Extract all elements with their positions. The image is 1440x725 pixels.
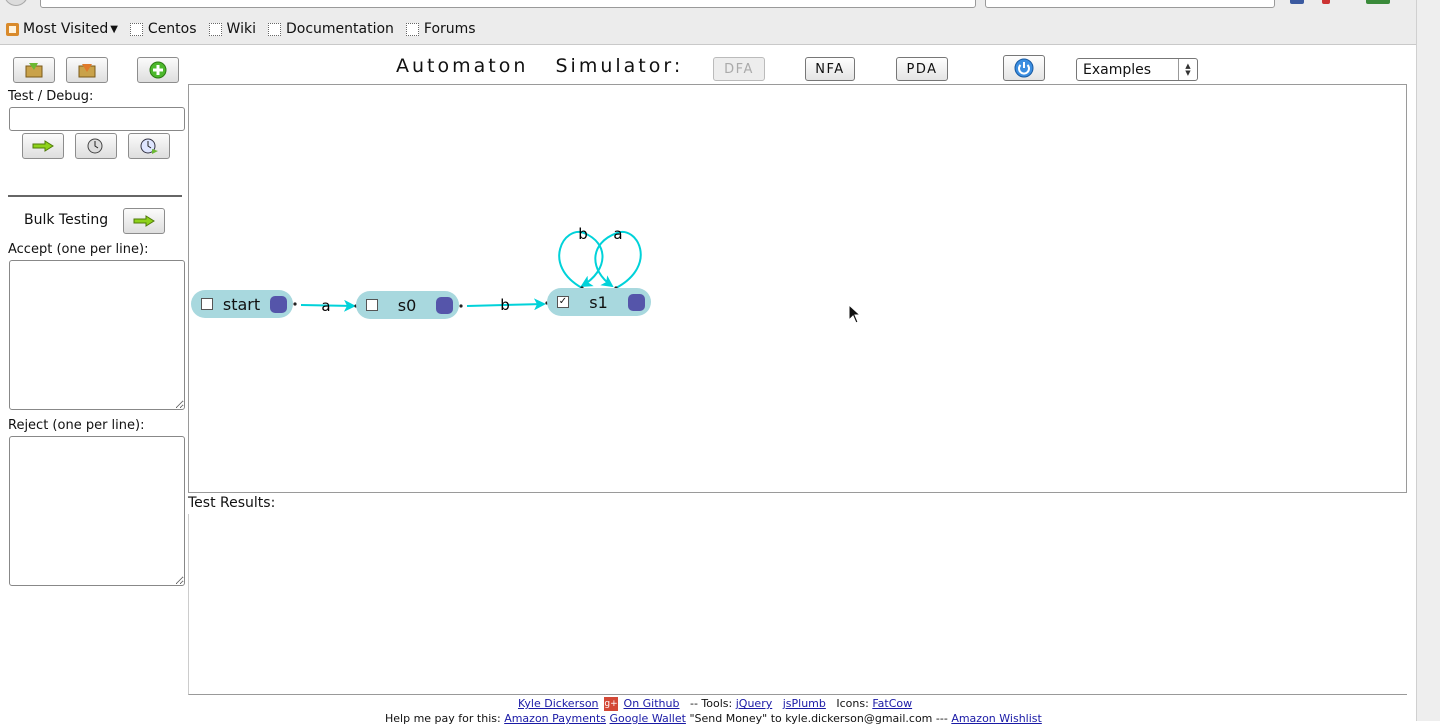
transition-label: a <box>613 225 622 243</box>
folder-icon <box>6 22 19 36</box>
arrow-right-icon <box>32 140 54 152</box>
chevron-down-icon: ▼ <box>110 23 118 35</box>
send-money-text: "Send Money" to kyle.dickerson@gmail.com… <box>689 712 948 725</box>
accept-textarea[interactable] <box>9 260 185 410</box>
transition-label: a <box>321 297 330 315</box>
page-icon <box>208 22 222 36</box>
power-icon <box>1014 58 1034 78</box>
url-bar[interactable] <box>40 0 976 8</box>
browser-toolbar: Most Visited ▼ Centos Wiki Documentation… <box>0 0 1416 45</box>
arrow-right-icon <box>133 215 155 227</box>
bulk-run-button[interactable] <box>123 208 165 234</box>
accept-checkbox-checked[interactable]: ✓ <box>557 296 569 308</box>
drag-handle[interactable] <box>436 296 453 314</box>
test-results-area <box>188 514 1407 695</box>
test-results-label: Test Results: <box>188 495 276 511</box>
jsplumb-link[interactable]: jsPlumb <box>783 697 826 710</box>
fatcow-link[interactable]: FatCow <box>872 697 912 710</box>
test-debug-label: Test / Debug: <box>8 89 94 104</box>
reject-label: Reject (one per line): <box>8 418 145 433</box>
jquery-link[interactable]: jQuery <box>736 697 773 710</box>
mode-pda-button[interactable]: PDA <box>896 57 948 81</box>
icons-label: Icons: <box>836 697 869 710</box>
tools-label: -- Tools: <box>689 697 733 710</box>
bookmark-label: Most Visited <box>23 21 109 37</box>
footer-credits: Kyle Dickerson g+ On Github -- Tools: jQ… <box>518 697 912 711</box>
amazon-wishlist-link[interactable]: Amazon Wishlist <box>951 712 1042 725</box>
state-s0[interactable]: s0 <box>356 291 459 319</box>
endpoint-dot <box>293 302 297 306</box>
google-wallet-link[interactable]: Google Wallet <box>610 712 686 725</box>
clock-step-icon <box>87 138 103 154</box>
page-icon <box>405 22 419 36</box>
folder-load-icon <box>25 63 43 78</box>
clock-run-icon <box>140 138 158 154</box>
mode-nfa-button[interactable]: NFA <box>805 57 855 81</box>
save-button[interactable] <box>66 57 108 83</box>
reject-textarea[interactable] <box>9 436 185 586</box>
bookmark-documentation[interactable]: Documentation <box>267 21 394 37</box>
bookmark-most-visited[interactable]: Most Visited ▼ <box>6 21 118 37</box>
page-icon <box>129 22 143 36</box>
debug-step-button[interactable] <box>75 133 117 159</box>
toolbar-icon[interactable] <box>1290 0 1304 4</box>
donate-prefix: Help me pay for this: <box>385 712 501 725</box>
author-link[interactable]: Kyle Dickerson <box>518 697 599 710</box>
amazon-payments-link[interactable]: Amazon Payments <box>504 712 606 725</box>
accept-checkbox[interactable] <box>201 298 213 310</box>
test-string-input[interactable] <box>9 107 185 131</box>
state-name: s1 <box>589 292 608 312</box>
bookmark-wiki[interactable]: Wiki <box>208 21 256 37</box>
toolbar-icon[interactable] <box>1366 0 1390 4</box>
page-scrollbar[interactable] <box>1416 0 1440 721</box>
state-start[interactable]: start <box>191 290 293 318</box>
mode-dfa-button[interactable]: DFA <box>713 57 765 81</box>
sidebar-divider <box>8 195 182 197</box>
automaton-canvas[interactable]: a b b a start s0 ✓ s1 <box>188 84 1407 493</box>
drag-handle[interactable] <box>628 293 645 311</box>
run-test-button[interactable] <box>22 133 64 159</box>
select-arrows-icon: ▲ ▼ <box>1178 59 1197 80</box>
examples-selected-value: Examples <box>1083 61 1152 78</box>
bookmark-label: Forums <box>423 21 476 37</box>
mouse-cursor-icon <box>848 304 862 324</box>
google-plus-icon[interactable]: g+ <box>604 697 619 711</box>
add-state-button[interactable] <box>137 57 179 83</box>
bookmark-label: Centos <box>147 21 197 37</box>
state-name: s0 <box>397 295 417 315</box>
transitions-layer: a b b a <box>293 225 642 315</box>
bulk-testing-label: Bulk Testing <box>24 212 109 228</box>
page-title: Automaton Simulator: <box>396 55 684 77</box>
accept-checkbox[interactable] <box>366 299 378 311</box>
accept-label: Accept (one per line): <box>8 242 149 257</box>
bookmark-centos[interactable]: Centos <box>129 21 197 37</box>
examples-select[interactable]: Examples ▲ ▼ <box>1076 58 1198 81</box>
reset-button[interactable] <box>1003 55 1045 81</box>
github-link[interactable]: On Github <box>624 697 680 710</box>
endpoint-dot <box>459 304 463 308</box>
debug-run-button[interactable] <box>128 133 170 159</box>
transition-label: b <box>500 296 510 314</box>
transition-label: b <box>578 225 588 243</box>
plus-icon <box>149 61 167 79</box>
bookmarks-bar: Most Visited ▼ Centos Wiki Documentation… <box>0 18 482 40</box>
state-s1[interactable]: ✓ s1 <box>547 288 651 316</box>
folder-save-icon <box>78 64 96 78</box>
search-bar[interactable] <box>985 0 1275 8</box>
bookmark-label: Documentation <box>285 21 394 37</box>
back-button[interactable] <box>4 0 28 6</box>
toolbar-icon[interactable] <box>1322 0 1330 4</box>
page-icon <box>267 22 281 36</box>
drag-handle[interactable] <box>270 295 287 313</box>
bookmark-forums[interactable]: Forums <box>405 21 476 37</box>
bookmark-label: Wiki <box>226 21 256 37</box>
load-button[interactable] <box>13 57 55 83</box>
footer-donate: Help me pay for this: Amazon Payments Go… <box>385 712 1042 725</box>
state-name: start <box>222 294 261 314</box>
